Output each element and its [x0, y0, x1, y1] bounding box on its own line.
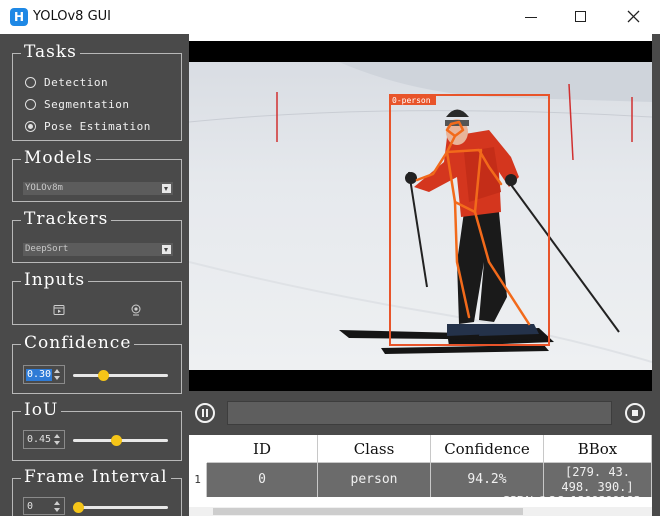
- confidence-spinbox[interactable]: 0.30: [23, 365, 65, 384]
- frame-interval-group: Frame Interval 0: [12, 467, 182, 516]
- ski-scene-image: 0-person: [189, 62, 652, 370]
- horizontal-scrollbar[interactable]: [189, 507, 652, 516]
- column-header-confidence: Confidence: [431, 435, 544, 463]
- iou-slider-handle[interactable]: [110, 435, 122, 446]
- frame-interval-slider-handle[interactable]: [73, 502, 84, 513]
- stop-icon: [632, 410, 638, 416]
- maximize-icon: [575, 11, 586, 22]
- trackers-group: Trackers DeepSort: [12, 209, 182, 263]
- settings-panel: Tasks Detection Segmentation Pose Estima…: [0, 34, 189, 516]
- frame-interval-value: 0: [27, 501, 34, 512]
- window-title: YOLOv8 GUI: [33, 9, 111, 24]
- task-option-detection[interactable]: Detection: [25, 74, 108, 90]
- confidence-title: Confidence: [21, 333, 135, 353]
- confidence-slider-handle[interactable]: [98, 370, 110, 381]
- maximize-button[interactable]: [559, 0, 605, 34]
- frame-interval-spinbox[interactable]: 0: [23, 497, 65, 515]
- scrollbar-thumb[interactable]: [213, 508, 523, 515]
- cell-bbox-line2: 498. 390.]: [561, 480, 634, 494]
- model-select-value: YOLOv8m: [25, 183, 63, 193]
- iou-slider[interactable]: [73, 435, 168, 446]
- spin-arrows-icon[interactable]: [53, 369, 61, 381]
- iou-spinbox[interactable]: 0.45: [23, 430, 65, 449]
- cell-id[interactable]: 0: [207, 463, 318, 497]
- radio-detection[interactable]: [25, 76, 36, 88]
- chevron-down-icon: [162, 245, 171, 254]
- stop-button[interactable]: [625, 403, 645, 423]
- frame-interval-slider[interactable]: [73, 502, 168, 513]
- tracker-select[interactable]: DeepSort: [23, 243, 173, 256]
- pause-icon: [202, 409, 208, 417]
- radio-pose-estimation[interactable]: [25, 120, 36, 132]
- confidence-slider[interactable]: [73, 370, 168, 381]
- app-logo-icon: H: [10, 8, 28, 26]
- tracker-select-value: DeepSort: [25, 244, 69, 254]
- confidence-group: Confidence 0.30: [12, 333, 182, 394]
- column-header-bbox: BBox: [544, 435, 652, 463]
- task-label-segmentation: Segmentation: [44, 97, 130, 111]
- window-edge: [652, 34, 660, 516]
- cell-bbox[interactable]: [279. 43. 498. 390.]: [544, 463, 652, 497]
- confidence-value: 0.30: [26, 369, 53, 381]
- frame-interval-title: Frame Interval: [21, 467, 171, 487]
- pause-button[interactable]: [195, 403, 215, 423]
- chevron-down-icon: [162, 184, 171, 193]
- task-option-segmentation[interactable]: Segmentation: [25, 96, 129, 112]
- models-group: Models YOLOv8m: [12, 148, 182, 202]
- iou-title: IoU: [21, 400, 62, 420]
- row-index[interactable]: 1: [189, 463, 207, 497]
- radio-segmentation[interactable]: [25, 98, 36, 110]
- models-title: Models: [21, 148, 96, 168]
- task-label-detection: Detection: [44, 75, 109, 89]
- spin-arrows-icon[interactable]: [53, 434, 61, 446]
- video-file-icon[interactable]: [53, 304, 65, 316]
- playback-controls: [189, 391, 652, 435]
- table-header: ID Class Confidence BBox: [189, 435, 652, 463]
- cell-bbox-line1: [279. 43.: [564, 465, 631, 479]
- iou-value: 0.45: [27, 434, 52, 445]
- cell-class[interactable]: person: [318, 463, 431, 497]
- video-display: 0-person: [189, 41, 652, 391]
- task-option-pose[interactable]: Pose Estimation: [25, 118, 151, 134]
- iou-group: IoU 0.45: [12, 400, 182, 461]
- minimize-button[interactable]: [508, 0, 554, 34]
- tasks-group: Tasks Detection Segmentation Pose Estima…: [12, 42, 182, 141]
- close-icon: [627, 10, 640, 23]
- model-select[interactable]: YOLOv8m: [23, 182, 173, 195]
- spin-arrows-icon[interactable]: [53, 501, 61, 513]
- tasks-title: Tasks: [21, 42, 80, 62]
- column-header-id: ID: [207, 435, 318, 463]
- detection-label: 0-person: [392, 96, 431, 105]
- trackers-title: Trackers: [21, 209, 112, 229]
- watermark-text: CSDN @QQ_1309399183: [502, 494, 641, 507]
- video-progress-bar[interactable]: [227, 401, 612, 425]
- minimize-icon: [525, 17, 537, 18]
- task-label-pose: Pose Estimation: [44, 119, 151, 133]
- title-bar: H YOLOv8 GUI: [0, 0, 660, 34]
- column-header-class: Class: [318, 435, 431, 463]
- cell-confidence[interactable]: 94.2%: [431, 463, 544, 497]
- inputs-group: Inputs: [12, 270, 182, 325]
- camera-icon[interactable]: [130, 304, 142, 316]
- inputs-title: Inputs: [21, 270, 89, 290]
- close-button[interactable]: [611, 0, 657, 34]
